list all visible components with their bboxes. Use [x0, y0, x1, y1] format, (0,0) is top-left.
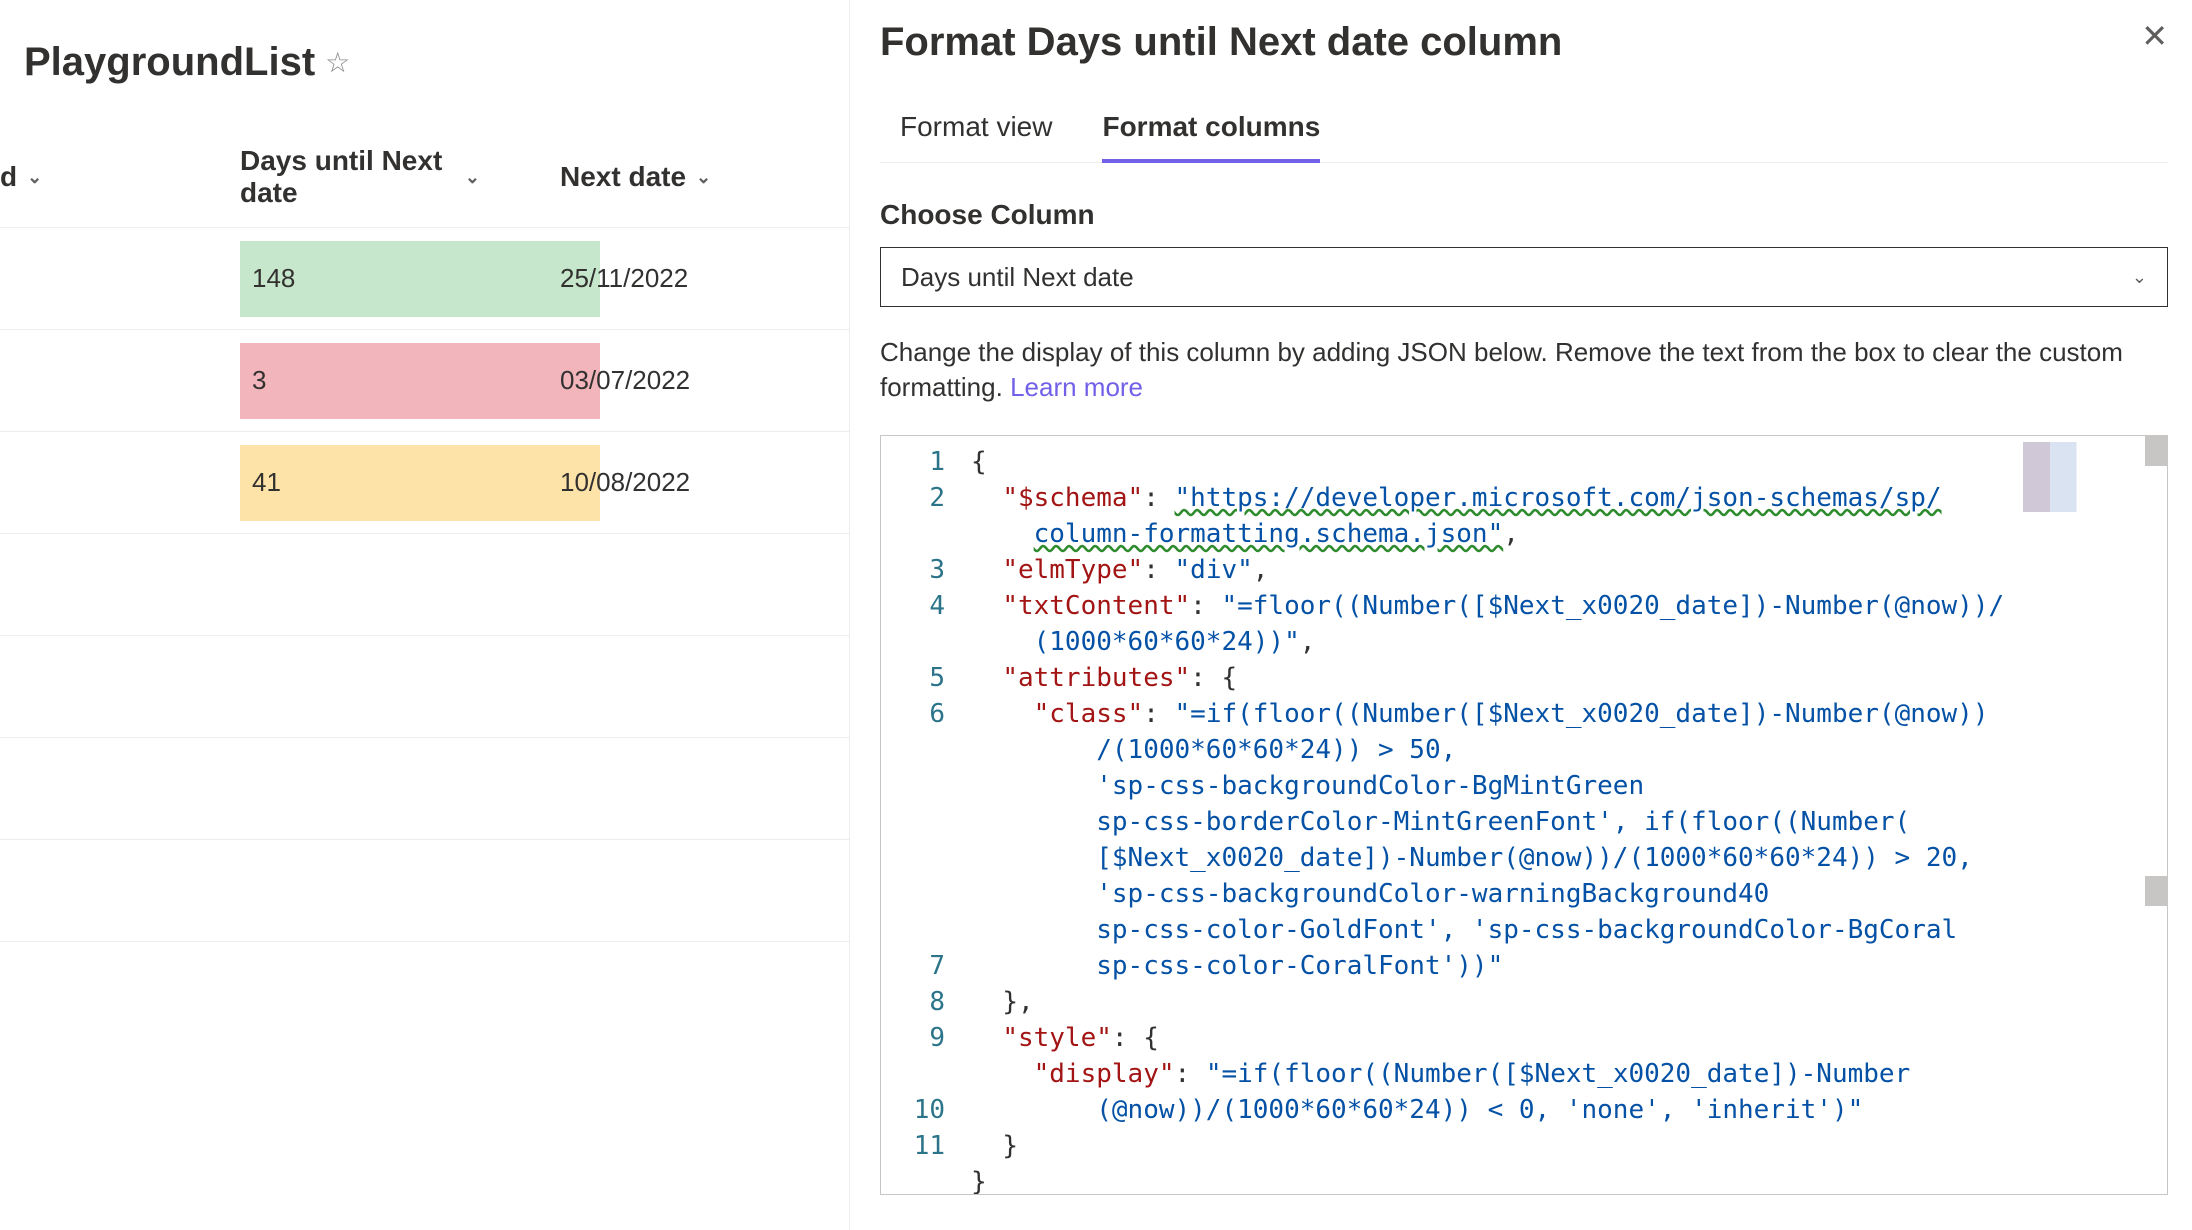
next-date-cell: 10/08/2022: [480, 467, 849, 498]
next-date-cell: 25/11/2022: [480, 263, 849, 294]
close-button[interactable]: ✕: [2141, 20, 2168, 52]
next-date-cell: 03/07/2022: [480, 365, 849, 396]
table-row[interactable]: 3 03/07/2022: [0, 330, 849, 432]
table-row[interactable]: [0, 840, 849, 942]
close-icon: ✕: [2141, 18, 2168, 54]
line-number: 1: [881, 444, 963, 480]
tabs: Format view Format columns: [880, 111, 2168, 163]
column-header-days-label: Days until Next date: [240, 145, 455, 209]
table-row[interactable]: [0, 738, 849, 840]
editor-code[interactable]: { "$schema": "https://developer.microsof…: [963, 436, 2017, 1194]
panel-title: Format Days until Next date column: [880, 20, 1562, 65]
column-headers: d ⌄ Days until Next date ⌄ Next date ⌄: [0, 145, 849, 228]
favorite-star-icon[interactable]: ☆: [325, 46, 350, 79]
line-number: 8: [881, 984, 963, 1020]
column-header-days[interactable]: Days until Next date ⌄: [80, 145, 480, 209]
column-select[interactable]: Days until Next date ⌄: [880, 247, 2168, 307]
json-editor[interactable]: 1 2 3 4 5 6 7 8 9 10 11 { "$schema": "ht…: [880, 435, 2168, 1195]
line-number: 11: [881, 1128, 963, 1164]
chevron-down-icon: ⌄: [696, 167, 711, 188]
table-row[interactable]: 41 10/08/2022: [0, 432, 849, 534]
chevron-down-icon: ⌄: [465, 167, 480, 188]
column-header-id-label: d: [0, 161, 17, 193]
column-header-id[interactable]: d ⌄: [0, 145, 80, 209]
format-description: Change the display of this column by add…: [880, 335, 2168, 405]
panel-header: Format Days until Next date column ✕: [880, 20, 2168, 65]
editor-minimap[interactable]: [2017, 436, 2167, 1194]
learn-more-link[interactable]: Learn more: [1010, 372, 1143, 402]
editor-gutter: 1 2 3 4 5 6 7 8 9 10 11: [881, 436, 963, 1194]
chevron-down-icon: ⌄: [2132, 267, 2147, 288]
scrollbar-thumb[interactable]: [2145, 876, 2167, 906]
line-number: 4: [881, 588, 963, 660]
minimap-preview: [2023, 442, 2157, 512]
list-title: PlaygroundList: [24, 40, 315, 85]
column-select-value: Days until Next date: [901, 262, 1134, 293]
line-number: 9: [881, 1020, 963, 1092]
tab-format-columns[interactable]: Format columns: [1102, 111, 1320, 163]
tab-format-view[interactable]: Format view: [900, 111, 1052, 162]
table-row[interactable]: [0, 534, 849, 636]
choose-column-label: Choose Column: [880, 199, 2168, 231]
list-area: PlaygroundList ☆ d ⌄ Days until Next dat…: [0, 0, 850, 1230]
table-row[interactable]: [0, 636, 849, 738]
line-number: 3: [881, 552, 963, 588]
column-header-next-label: Next date: [560, 161, 686, 193]
chevron-down-icon: ⌄: [27, 167, 42, 188]
table-row[interactable]: 148 25/11/2022: [0, 228, 849, 330]
line-number: 6: [881, 696, 963, 948]
line-number: 5: [881, 660, 963, 696]
line-number: 10: [881, 1092, 963, 1128]
scrollbar-thumb[interactable]: [2145, 436, 2167, 466]
column-header-next[interactable]: Next date ⌄: [480, 145, 849, 209]
list-title-row: PlaygroundList ☆: [0, 40, 849, 85]
line-number: 7: [881, 948, 963, 984]
line-number: 2: [881, 480, 963, 552]
format-panel: Format Days until Next date column ✕ For…: [850, 0, 2192, 1230]
editor-scrollbar[interactable]: [2145, 436, 2167, 1194]
